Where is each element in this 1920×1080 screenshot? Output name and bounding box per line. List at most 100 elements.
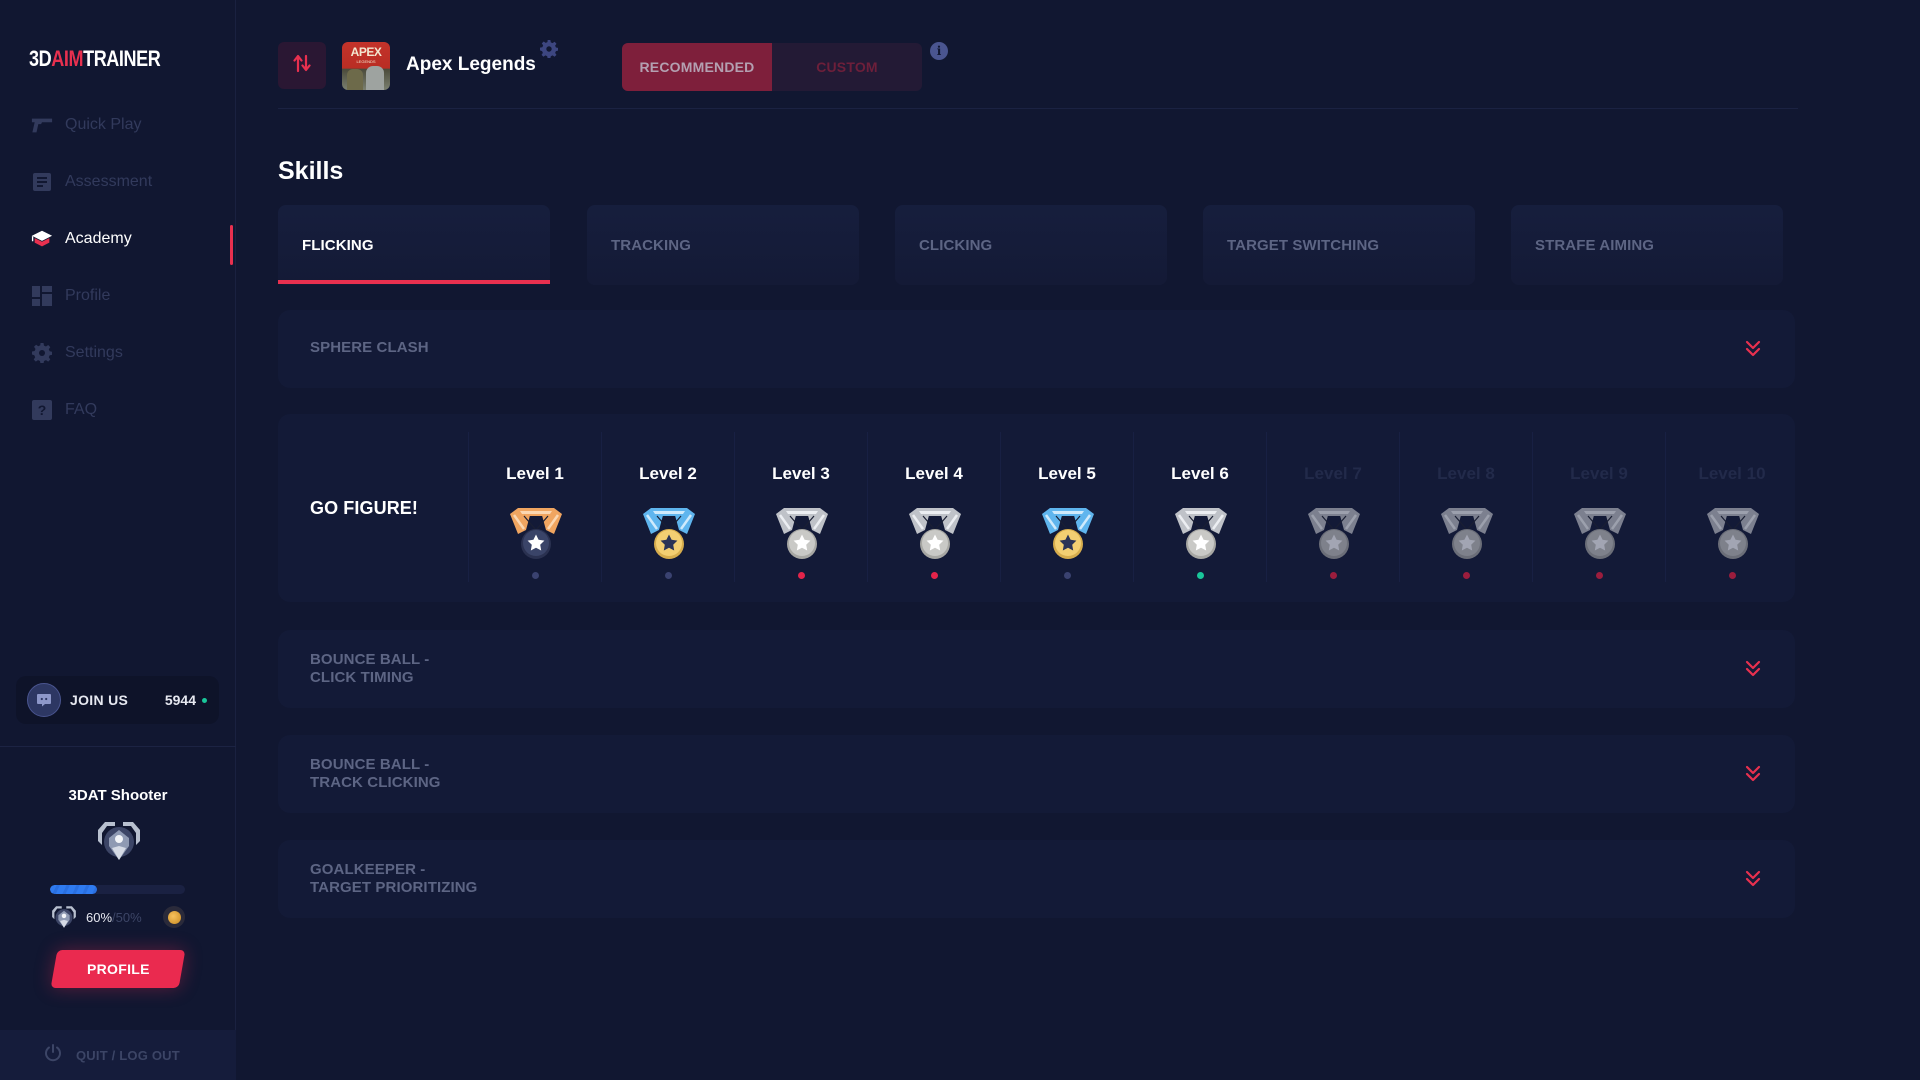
game-thumb-figure <box>347 69 363 90</box>
mode-recommended-button[interactable]: RECOMMENDED <box>622 43 772 91</box>
sidebar-item-label: FAQ <box>65 400 98 418</box>
level-status-dot <box>1197 572 1204 579</box>
medal-silver-icon <box>772 506 832 562</box>
switch-game-button[interactable] <box>278 42 326 89</box>
sidebar-item-label: Assessment <box>65 172 153 190</box>
level-label: Level 3 <box>772 464 830 483</box>
graduation-cap-icon <box>31 228 53 250</box>
app-logo[interactable]: 3DAIMTRAINER <box>29 46 161 72</box>
medal-locked-icon <box>1570 506 1630 562</box>
exercise-go-figure: GO FIGURE! Level 1 Level 2 Level 3 Level 4 L… <box>278 414 1795 602</box>
level-label: Level 5 <box>1038 464 1096 483</box>
svg-text:?: ? <box>38 402 47 418</box>
exercise-name: GOALKEEPER - TARGET PRIORITIZING <box>310 861 477 897</box>
exercise-name-line: BOUNCE BALL - <box>310 756 430 773</box>
chevron-double-down-icon[interactable] <box>1745 870 1761 888</box>
level-7: Level 7 <box>1266 432 1399 582</box>
medal-gold-icon <box>639 506 699 562</box>
rank-current-percent: 60% <box>86 909 113 925</box>
medal-silver-icon <box>905 506 965 562</box>
quit-logout-label: QUIT / LOG OUT <box>76 1047 180 1063</box>
mode-toggle: RECOMMENDED CUSTOM <box>622 43 922 91</box>
level-4[interactable]: Level 4 <box>867 432 1000 582</box>
tab-flicking[interactable]: FLICKING <box>278 205 550 285</box>
online-status-dot <box>202 697 207 703</box>
exercise-goalkeeper-target-prioritizing[interactable]: GOALKEEPER - TARGET PRIORITIZING <box>278 840 1795 918</box>
active-tab-indicator <box>278 280 550 284</box>
level-status-dot <box>931 572 938 579</box>
game-settings-gear-icon[interactable] <box>540 40 559 59</box>
game-thumb-subtitle: LEGENDS <box>356 59 376 64</box>
exercise-name-line: BOUNCE BALL - <box>310 651 430 668</box>
tab-label: STRAFE AIMING <box>1535 236 1655 254</box>
level-status-dot <box>1064 572 1071 579</box>
game-name: Apex Legends <box>406 54 536 75</box>
exercise-bounce-ball-click-timing[interactable]: BOUNCE BALL - CLICK TIMING <box>278 630 1795 708</box>
sidebar-item-profile[interactable]: Profile <box>0 267 236 324</box>
quit-logout-button[interactable]: QUIT / LOG OUT <box>0 1030 236 1080</box>
exercise-bounce-ball-track-clicking[interactable]: BOUNCE BALL - TRACK CLICKING <box>278 735 1795 813</box>
swap-arrows-icon <box>293 53 311 78</box>
level-status-dot <box>665 572 672 579</box>
chevron-double-down-icon[interactable] <box>1745 660 1761 678</box>
level-5[interactable]: Level 5 <box>1000 432 1133 582</box>
tab-label: TRACKING <box>611 236 691 254</box>
game-header: APEX LEGENDS Apex Legends RECOMMENDED CU… <box>278 40 1798 92</box>
level-status-dot <box>1729 572 1736 579</box>
sidebar-item-assessment[interactable]: Assessment <box>0 153 236 210</box>
sidebar-item-faq[interactable]: ? FAQ <box>0 381 236 438</box>
mode-custom-button[interactable]: CUSTOM <box>772 43 922 91</box>
exercise-name: BOUNCE BALL - CLICK TIMING <box>310 651 429 687</box>
tab-tracking[interactable]: TRACKING <box>587 205 859 285</box>
info-icon[interactable]: i <box>930 42 948 60</box>
exercise-name: GO FIGURE! <box>310 498 418 518</box>
chevron-double-down-icon[interactable] <box>1745 340 1761 358</box>
sidebar-item-settings[interactable]: Settings <box>0 324 236 381</box>
discord-join-widget[interactable]: JOIN US 5944 <box>16 676 219 724</box>
level-1[interactable]: Level 1 <box>468 432 601 582</box>
medal-silver-icon <box>1171 506 1231 562</box>
level-2[interactable]: Level 2 <box>601 432 734 582</box>
level-3[interactable]: Level 3 <box>734 432 867 582</box>
chevron-double-down-icon[interactable] <box>1745 765 1761 783</box>
level-status-dot <box>532 572 539 579</box>
level-status-dot <box>1596 572 1603 579</box>
exercise-name-line: CLICK TIMING <box>310 669 414 686</box>
level-label: Level 2 <box>639 464 697 483</box>
sidebar-divider <box>0 746 236 747</box>
sidebar-item-quick-play[interactable]: Quick Play <box>0 96 236 153</box>
level-9: Level 9 <box>1532 432 1665 582</box>
rank-target-percent: /50% <box>112 909 142 925</box>
level-10: Level 10 <box>1665 432 1798 582</box>
sidebar-item-label: Profile <box>65 286 111 304</box>
sidebar: 3DAIMTRAINER Quick Play Assessment Acade… <box>0 0 236 1080</box>
tab-label: TARGET SWITCHING <box>1227 236 1380 254</box>
sidebar-item-label: Quick Play <box>65 115 142 133</box>
sidebar-item-academy[interactable]: Academy <box>0 210 236 267</box>
profile-button[interactable]: PROFILE <box>50 950 186 988</box>
level-label: Level 9 <box>1570 464 1628 483</box>
tab-label: FLICKING <box>302 236 374 254</box>
tab-strafe-aiming[interactable]: STRAFE AIMING <box>1511 205 1783 285</box>
level-status-dot <box>1463 572 1470 579</box>
rank-badge-icon <box>95 818 143 864</box>
next-rank-coin-icon <box>163 906 185 928</box>
exercise-sphere-clash[interactable]: SPHERE CLASH <box>278 310 1795 388</box>
game-thumb-figure <box>366 66 384 90</box>
medal-locked-icon <box>1703 506 1763 562</box>
tab-clicking[interactable]: CLICKING <box>895 205 1167 285</box>
level-label: Level 4 <box>905 464 963 483</box>
medal-locked-icon <box>1304 506 1364 562</box>
pistol-icon <box>31 114 53 136</box>
document-icon <box>31 171 53 193</box>
skills-title: Skills <box>278 157 344 185</box>
exercise-name-line: TRACK CLICKING <box>310 774 441 791</box>
tab-target-switching[interactable]: TARGET SWITCHING <box>1203 205 1475 285</box>
level-6[interactable]: Level 6 <box>1133 432 1266 582</box>
level-label: Level 7 <box>1304 464 1362 483</box>
logo-part-trainer: TRAINER <box>83 46 161 71</box>
skill-tabs: FLICKING TRACKING CLICKING TARGET SWITCH… <box>278 205 1786 285</box>
power-icon <box>44 1043 62 1067</box>
level-label: Level 1 <box>506 464 564 483</box>
exercise-name: BOUNCE BALL - TRACK CLICKING <box>310 756 441 792</box>
